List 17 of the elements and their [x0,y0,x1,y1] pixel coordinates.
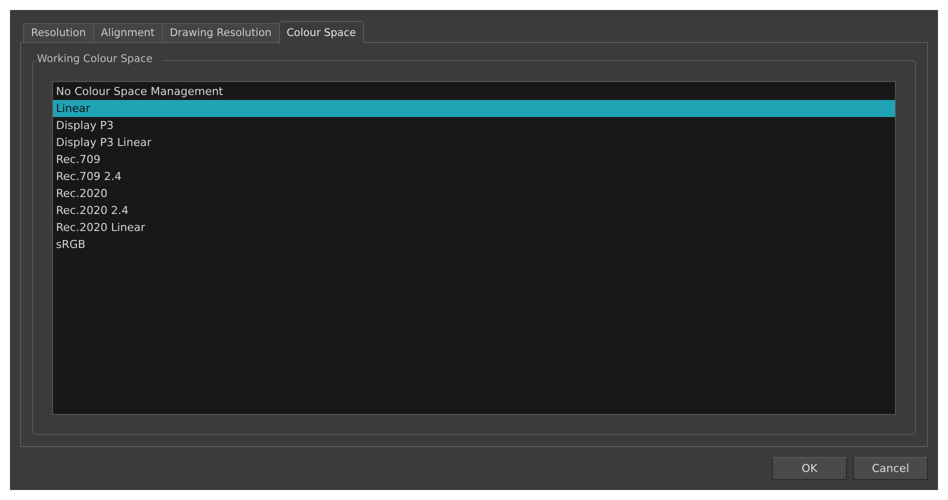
list-item[interactable]: Display P3 Linear [53,134,895,151]
list-item[interactable]: sRGB [53,236,895,253]
list-item[interactable]: Rec.2020 2.4 [53,202,895,219]
tab[interactable]: Alignment [92,23,163,42]
list-item[interactable]: Display P3 [53,117,895,134]
cancel-button[interactable]: Cancel [853,457,928,480]
list-item[interactable]: Rec.709 [53,151,895,168]
tab[interactable]: Drawing Resolution [162,23,280,42]
ok-button[interactable]: OK [772,457,847,480]
tab[interactable]: Resolution [23,23,94,42]
list-item[interactable]: Rec.709 2.4 [53,168,895,185]
list-item[interactable]: No Colour Space Management [53,83,895,100]
tab[interactable]: Colour Space [278,21,364,43]
list-item[interactable]: Rec.2020 [53,185,895,202]
list-item[interactable]: Linear [53,100,895,117]
list-item[interactable]: Rec.2020 Linear [53,219,895,236]
group-title: Working Colour Space [35,53,163,65]
